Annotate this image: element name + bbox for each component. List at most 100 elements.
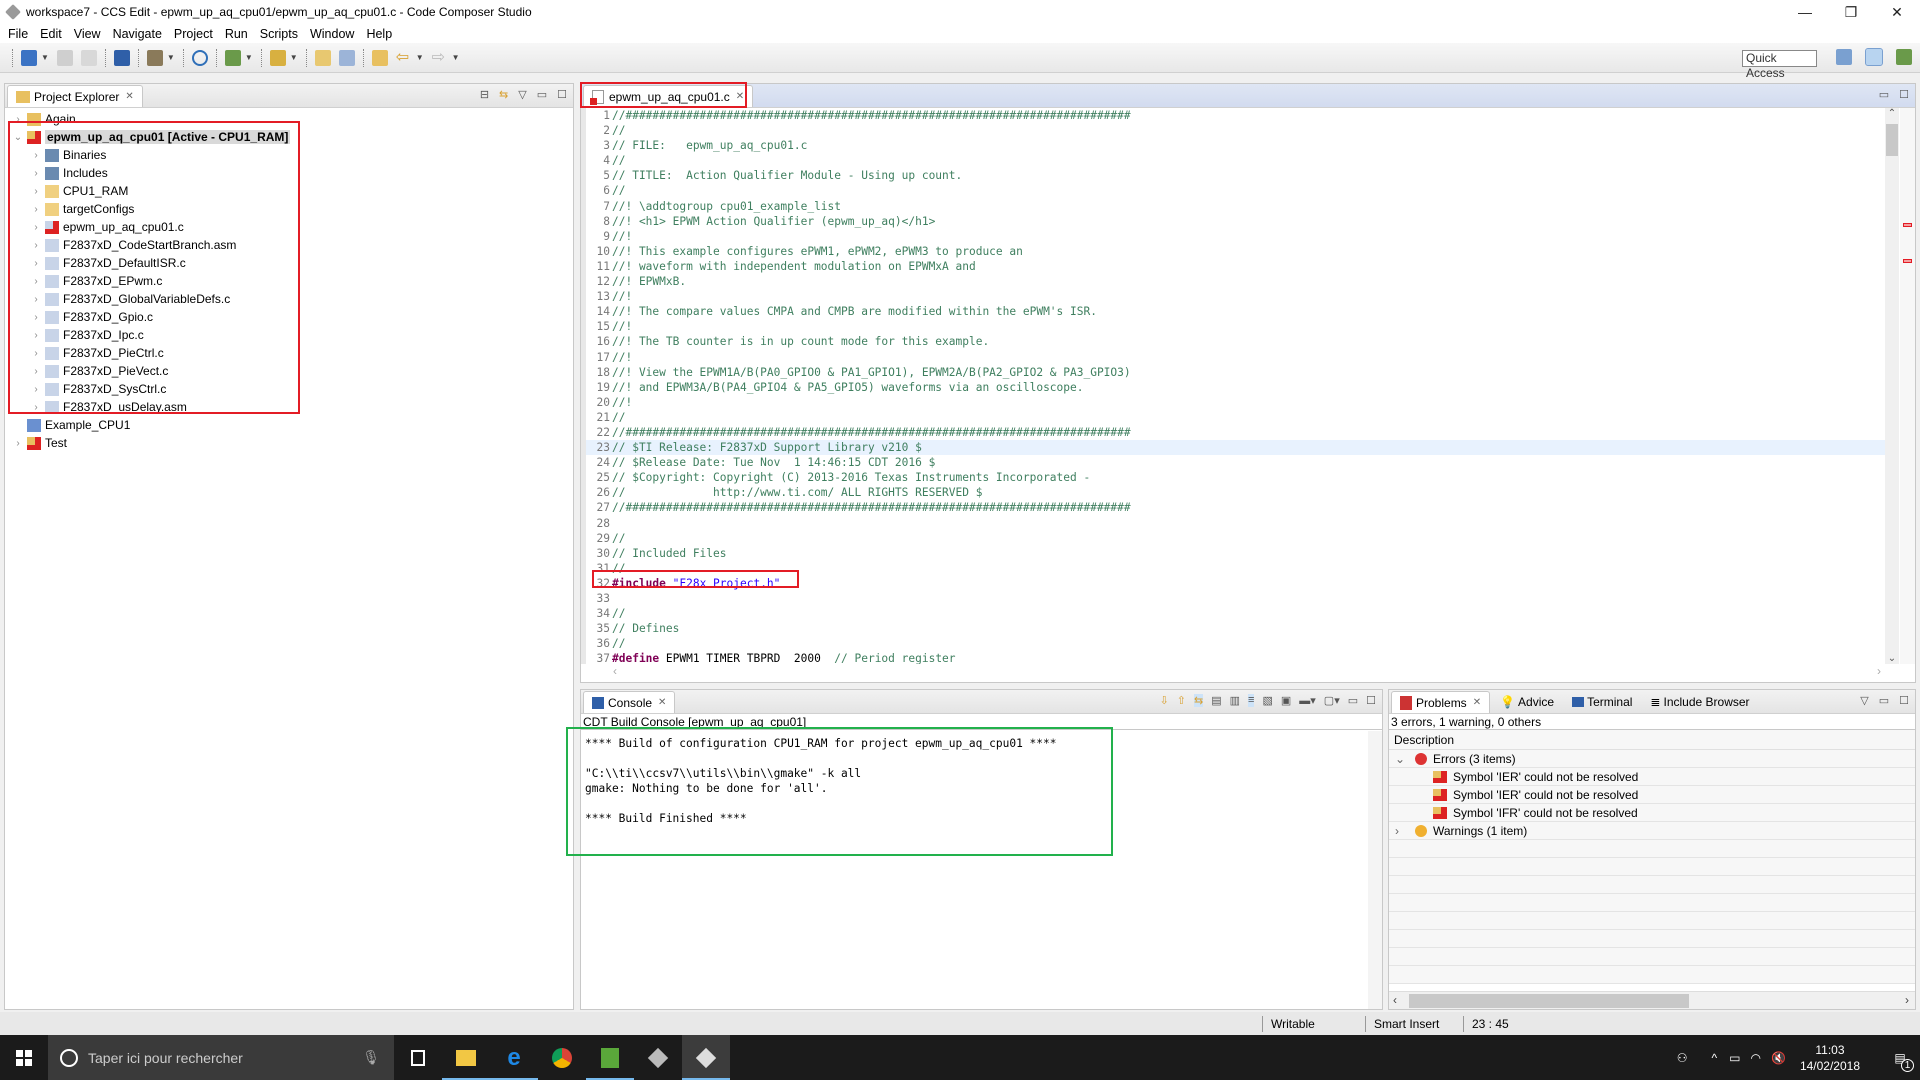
code-line[interactable]: 31//: [586, 561, 1885, 576]
minimize-button[interactable]: —: [1782, 0, 1828, 24]
task-view-button[interactable]: [394, 1035, 442, 1080]
debug-dropdown-icon[interactable]: ▼: [245, 53, 253, 62]
open-task-icon[interactable]: [338, 49, 355, 66]
tree-item[interactable]: › Includes: [5, 164, 573, 182]
expand-right-icon[interactable]: ›: [29, 222, 43, 233]
back-dropdown-icon[interactable]: ▼: [416, 53, 424, 62]
tree-item[interactable]: › F2837xD_usDelay.asm: [5, 398, 573, 416]
code-line[interactable]: 33: [586, 591, 1885, 606]
column-header-description[interactable]: Description: [1389, 730, 1915, 750]
expand-right-icon[interactable]: ›: [1395, 822, 1409, 840]
minimize-view-icon[interactable]: ▭: [1348, 694, 1358, 707]
expand-right-icon[interactable]: ›: [29, 294, 43, 305]
maximize-view-icon[interactable]: ☐: [1899, 694, 1909, 707]
view-menu-icon[interactable]: ▽: [1860, 694, 1868, 707]
collapse-all-icon[interactable]: ⊟: [480, 88, 489, 101]
close-tab-icon[interactable]: ✕: [736, 91, 744, 102]
tree-item[interactable]: › F2837xD_Ipc.c: [5, 326, 573, 344]
code-line[interactable]: 26// http://www.ti.com/ ALL RIGHTS RESER…: [586, 485, 1885, 500]
scroll-down-icon[interactable]: ⌄: [1885, 653, 1899, 664]
code-line[interactable]: 5// TITLE: Action Qualifier Module - Usi…: [586, 168, 1885, 183]
close-button[interactable]: ✕: [1874, 0, 1920, 24]
ccs-debug-perspective-icon[interactable]: [1896, 49, 1912, 65]
code-line[interactable]: 1//#####################################…: [586, 108, 1885, 123]
expand-right-icon[interactable]: ›: [29, 258, 43, 269]
code-editor[interactable]: 1//#####################################…: [581, 108, 1885, 664]
code-line[interactable]: 24// $Release Date: Tue Nov 1 14:46:15 C…: [586, 455, 1885, 470]
code-line[interactable]: 10//! This example configures ePWM1, ePW…: [586, 244, 1885, 259]
code-line[interactable]: 18//! View the EPWM1A/B(PA0_GPIO0 & PA1_…: [586, 365, 1885, 380]
action-center-button[interactable]: ▤ 1: [1880, 1051, 1920, 1072]
expand-right-icon[interactable]: ›: [29, 150, 43, 161]
tree-item[interactable]: ⌄ epwm_up_aq_cpu01 [Active - CPU1_RAM]: [5, 128, 573, 146]
code-line[interactable]: 29//: [586, 531, 1885, 546]
clear-console-icon[interactable]: ▧: [1262, 694, 1272, 707]
console-output[interactable]: **** Build of configuration CPU1_RAM for…: [581, 730, 1382, 832]
battery-icon[interactable]: ▭: [1729, 1051, 1740, 1065]
tree-item[interactable]: › F2837xD_CodeStartBranch.asm: [5, 236, 573, 254]
code-line[interactable]: 27//####################################…: [586, 500, 1885, 515]
expand-down-icon[interactable]: ⌄: [11, 132, 25, 143]
maximize-view-icon[interactable]: ☐: [1366, 694, 1376, 707]
expand-right-icon[interactable]: ›: [29, 186, 43, 197]
start-button[interactable]: [0, 1035, 48, 1080]
expand-right-icon[interactable]: ›: [11, 114, 25, 125]
code-line[interactable]: 13//!: [586, 289, 1885, 304]
code-line[interactable]: 37 #define EPWM1_TIMER_TBPRD 2000 // Peri…: [586, 651, 1885, 664]
scroll-lock-icon[interactable]: ▤: [1211, 694, 1221, 707]
menu-view[interactable]: View: [74, 27, 101, 41]
code-line[interactable]: 12//! EPWMxB.: [586, 274, 1885, 289]
tree-item[interactable]: › epwm_up_aq_cpu01.c: [5, 218, 573, 236]
tree-item[interactable]: › CPU1_RAM: [5, 182, 573, 200]
scroll-up-arrow-icon[interactable]: ⇧: [1177, 694, 1186, 707]
show-hidden-icons[interactable]: ^: [1712, 1051, 1718, 1065]
new-dropdown-icon[interactable]: ▼: [41, 53, 49, 62]
code-line[interactable]: 16//! The TB counter is in up count mode…: [586, 334, 1885, 349]
problem-item[interactable]: Symbol 'IFR' could not be resolved: [1389, 804, 1915, 822]
tree-item[interactable]: › targetConfigs: [5, 200, 573, 218]
quick-access-input[interactable]: Quick Access: [1742, 50, 1817, 80]
external-tools-dropdown-icon[interactable]: ▼: [290, 53, 298, 62]
menu-project[interactable]: Project: [174, 27, 213, 41]
minimize-view-icon[interactable]: ▭: [537, 88, 547, 101]
menu-navigate[interactable]: Navigate: [113, 27, 162, 41]
save-icon[interactable]: [56, 49, 73, 66]
scroll-left-icon[interactable]: ‹: [1393, 993, 1397, 1007]
tree-item[interactable]: › F2837xD_Gpio.c: [5, 308, 573, 326]
menu-scripts[interactable]: Scripts: [260, 27, 298, 41]
wifi-icon[interactable]: ◠: [1751, 1051, 1761, 1065]
external-tools-icon[interactable]: [269, 49, 286, 66]
scroll-thumb[interactable]: [1409, 994, 1689, 1008]
expand-right-icon[interactable]: ›: [29, 240, 43, 251]
flash-icon[interactable]: [191, 49, 208, 66]
code-line[interactable]: 7//! \addtogroup cpu01_example_list: [586, 199, 1885, 214]
tab-problems[interactable]: Problems ✕: [1391, 691, 1491, 713]
code-line[interactable]: 17//!: [586, 350, 1885, 365]
tree-item[interactable]: › F2837xD_PieVect.c: [5, 362, 573, 380]
maximize-view-icon[interactable]: ☐: [557, 88, 567, 101]
menu-run[interactable]: Run: [225, 27, 248, 41]
open-type-icon[interactable]: [314, 49, 331, 66]
problems-horizontal-scrollbar[interactable]: ‹ ›: [1389, 991, 1915, 1009]
tree-item[interactable]: › F2837xD_DefaultISR.c: [5, 254, 573, 272]
taskbar-ccs-1[interactable]: [634, 1035, 682, 1080]
expand-right-icon[interactable]: ›: [29, 276, 43, 287]
expand-down-icon[interactable]: ⌄: [1395, 750, 1409, 768]
code-line[interactable]: 20//!: [586, 395, 1885, 410]
code-line[interactable]: 4//: [586, 153, 1885, 168]
expand-right-icon[interactable]: ›: [29, 366, 43, 377]
taskbar-file-explorer[interactable]: [442, 1035, 490, 1080]
scroll-left-icon[interactable]: ‹: [609, 664, 617, 678]
menu-window[interactable]: Window: [310, 27, 354, 41]
code-line[interactable]: 11//! waveform with independent modulati…: [586, 259, 1885, 274]
ccs-edit-perspective-icon[interactable]: [1865, 48, 1883, 66]
tab-epwm-up-aq-cpu01-c[interactable]: epwm_up_aq_cpu01.c ✕: [583, 85, 754, 107]
code-line[interactable]: 6//: [586, 183, 1885, 198]
scroll-right-icon[interactable]: ›: [1877, 664, 1881, 678]
taskbar-edge[interactable]: e: [490, 1035, 538, 1080]
problem-group[interactable]: ⌄ Errors (3 items): [1389, 750, 1915, 768]
back-arrow-icon[interactable]: ⇦: [396, 49, 412, 66]
scroll-up-icon[interactable]: ⌃: [1885, 108, 1899, 119]
code-line[interactable]: 2//: [586, 123, 1885, 138]
expand-right-icon[interactable]: ›: [29, 402, 43, 413]
